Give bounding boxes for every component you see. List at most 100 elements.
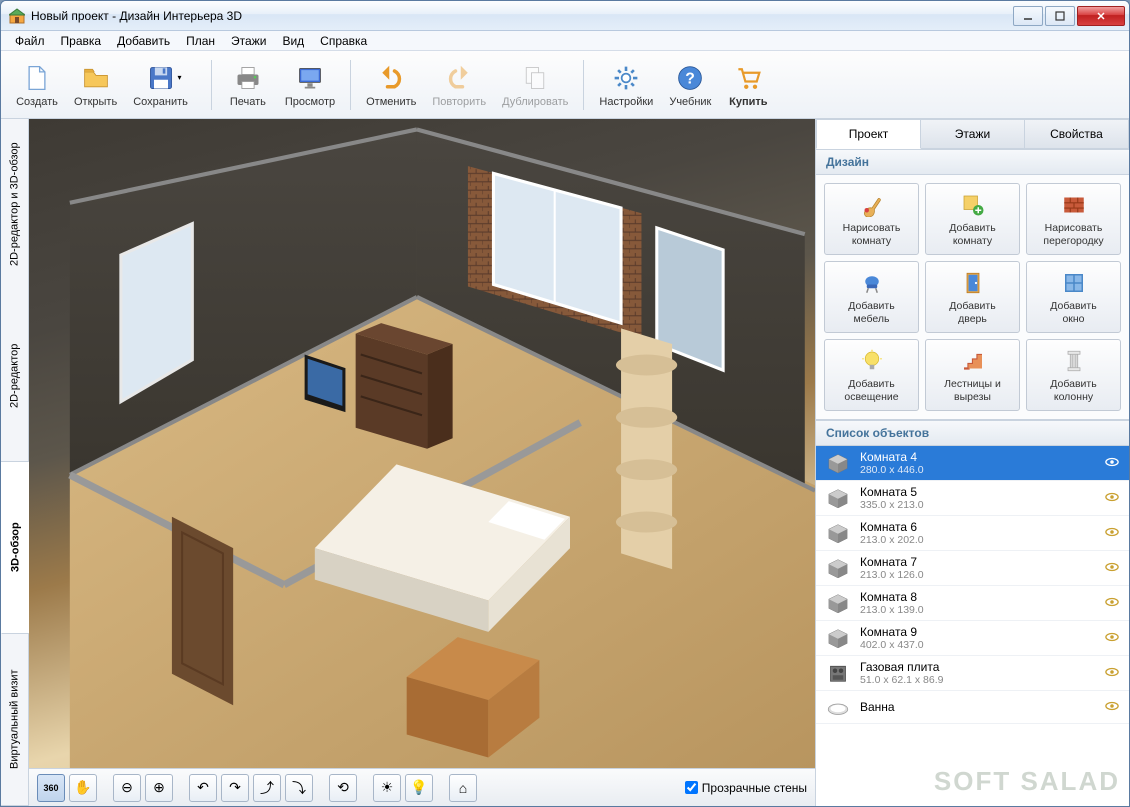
visibility-icon[interactable] xyxy=(1105,527,1121,540)
printer-icon xyxy=(232,62,264,94)
settings-button[interactable]: Настройки xyxy=(592,56,660,114)
brush-icon xyxy=(856,191,888,219)
bath-icon xyxy=(824,695,852,719)
sidetab-3d[interactable]: 3D-обзор xyxy=(1,462,29,634)
addroom-button[interactable]: Добавитькомнату xyxy=(925,183,1020,255)
menu-план[interactable]: План xyxy=(178,32,223,50)
menu-файл[interactable]: Файл xyxy=(7,32,53,50)
visibility-icon[interactable] xyxy=(1105,597,1121,610)
separator xyxy=(211,60,212,110)
visibility-icon[interactable] xyxy=(1105,632,1121,645)
undo-button[interactable]: Отменить xyxy=(359,56,423,114)
visibility-icon[interactable] xyxy=(1105,492,1121,505)
gear-icon xyxy=(610,62,642,94)
menubar: ФайлПравкаДобавитьПланЭтажиВидСправка xyxy=(1,31,1129,51)
dup-icon xyxy=(519,62,551,94)
design-grid: НарисоватькомнатуДобавитькомнатуНарисова… xyxy=(816,175,1129,420)
maximize-button[interactable] xyxy=(1045,6,1075,26)
roomplus-icon xyxy=(957,191,989,219)
addcol-button[interactable]: Добавитьколонну xyxy=(1026,339,1121,411)
chair-icon xyxy=(856,269,888,297)
dropdown-arrow-icon: ▾ xyxy=(178,73,182,82)
titlebar: Новый проект - Дизайн Интерьера 3D xyxy=(1,1,1129,31)
view-pan-button[interactable]: ✋ xyxy=(69,774,97,802)
file-icon xyxy=(21,62,53,94)
view-sun-button[interactable]: ☀ xyxy=(373,774,401,802)
undo-icon xyxy=(375,62,407,94)
view-rotR-button[interactable]: ↷ xyxy=(221,774,249,802)
object-item[interactable]: Комната 4280.0 x 446.0 xyxy=(816,446,1129,481)
transparent-walls-checkbox[interactable]: Прозрачные стены xyxy=(685,781,807,795)
sidetab-vr[interactable]: Виртуальный визит xyxy=(1,634,28,806)
view-tiltD-button[interactable]: ⤵ xyxy=(285,774,313,802)
view-360-button[interactable]: 360 xyxy=(37,774,65,802)
window-icon xyxy=(1058,269,1090,297)
drawwall-button[interactable]: Нарисоватьперегородку xyxy=(1026,183,1121,255)
object-item[interactable]: Комната 6213.0 x 202.0 xyxy=(816,516,1129,551)
room-icon xyxy=(824,521,852,545)
menu-вид[interactable]: Вид xyxy=(274,32,312,50)
minimize-button[interactable] xyxy=(1013,6,1043,26)
cart-icon xyxy=(732,62,764,94)
view-bulb-button[interactable]: 💡 xyxy=(405,774,433,802)
create-button[interactable]: Создать xyxy=(9,56,65,114)
object-item[interactable]: Комната 7213.0 x 126.0 xyxy=(816,551,1129,586)
object-item[interactable]: Комната 5335.0 x 213.0 xyxy=(816,481,1129,516)
room-icon xyxy=(824,591,852,615)
addwin-button[interactable]: Добавитьокно xyxy=(1026,261,1121,333)
adddoor-button[interactable]: Добавитьдверь xyxy=(925,261,1020,333)
addlight-button[interactable]: Добавитьосвещение xyxy=(824,339,919,411)
folder-icon xyxy=(80,62,112,94)
view-zoomin-button[interactable]: ⊕ xyxy=(145,774,173,802)
open-button[interactable]: Открыть xyxy=(67,56,124,114)
viewport-wrap: 360✋ ⊖⊕ ↶↷⤴⤵ ⟲ ☀💡 ⌂ Прозрачные стены xyxy=(29,119,816,806)
stairs-icon xyxy=(957,347,989,375)
content-area: 2D-редактор и 3D-обзор2D-редактор3D-обзо… xyxy=(1,119,1129,806)
3d-viewport[interactable] xyxy=(29,119,815,768)
brick-icon xyxy=(1058,191,1090,219)
visibility-icon[interactable] xyxy=(1105,562,1121,575)
visibility-icon[interactable] xyxy=(1105,701,1121,714)
help-icon: ? xyxy=(674,62,706,94)
tab-project[interactable]: Проект xyxy=(816,119,921,149)
help-button[interactable]: ?Учебник xyxy=(662,56,718,114)
tab-floors[interactable]: Этажи xyxy=(921,119,1025,149)
view-rotL-button[interactable]: ↶ xyxy=(189,774,217,802)
separator xyxy=(350,60,351,110)
object-list[interactable]: Комната 4280.0 x 446.0Комната 5335.0 x 2… xyxy=(816,446,1129,806)
app-window: Новый проект - Дизайн Интерьера 3D ФайлП… xyxy=(0,0,1130,807)
close-button[interactable] xyxy=(1077,6,1125,26)
sidetab-both[interactable]: 2D-редактор и 3D-обзор xyxy=(1,119,28,290)
object-item[interactable]: Комната 9402.0 x 437.0 xyxy=(816,621,1129,656)
save-button[interactable]: Сохранить▾ xyxy=(126,56,203,114)
side-tabs: 2D-редактор и 3D-обзор2D-редактор3D-обзо… xyxy=(1,119,29,806)
design-header: Дизайн xyxy=(816,149,1129,175)
menu-правка[interactable]: Правка xyxy=(53,32,110,50)
object-item[interactable]: Газовая плита51.0 x 62.1 x 86.9 xyxy=(816,656,1129,691)
right-tabs: ПроектЭтажиСвойства xyxy=(816,119,1129,149)
object-item[interactable]: Ванна xyxy=(816,691,1129,724)
disk-icon xyxy=(145,62,177,94)
menu-этажи[interactable]: Этажи xyxy=(223,32,274,50)
preview-button[interactable]: Просмотр xyxy=(278,56,342,114)
visibility-icon[interactable] xyxy=(1105,667,1121,680)
view-zoomout-button[interactable]: ⊖ xyxy=(113,774,141,802)
view-home-button[interactable]: ⌂ xyxy=(449,774,477,802)
main-toolbar: СоздатьОткрытьСохранить▾ ПечатьПросмотр От… xyxy=(1,51,1129,119)
visibility-icon[interactable] xyxy=(1105,457,1121,470)
menu-добавить[interactable]: Добавить xyxy=(109,32,178,50)
room-icon xyxy=(824,451,852,475)
room-icon xyxy=(824,556,852,580)
view-tiltU-button[interactable]: ⤴ xyxy=(253,774,281,802)
print-button[interactable]: Печать xyxy=(220,56,276,114)
menu-справка[interactable]: Справка xyxy=(312,32,375,50)
drawroom-button[interactable]: Нарисоватькомнату xyxy=(824,183,919,255)
object-item[interactable]: Комната 8213.0 x 139.0 xyxy=(816,586,1129,621)
stairs-button[interactable]: Лестницы ивырезы xyxy=(925,339,1020,411)
tab-props[interactable]: Свойства xyxy=(1025,119,1129,149)
window-title: Новый проект - Дизайн Интерьера 3D xyxy=(31,9,1011,23)
sidetab-2d[interactable]: 2D-редактор xyxy=(1,290,28,462)
buy-button[interactable]: Купить xyxy=(720,56,776,114)
addfurn-button[interactable]: Добавитьмебель xyxy=(824,261,919,333)
view-orbit-button[interactable]: ⟲ xyxy=(329,774,357,802)
